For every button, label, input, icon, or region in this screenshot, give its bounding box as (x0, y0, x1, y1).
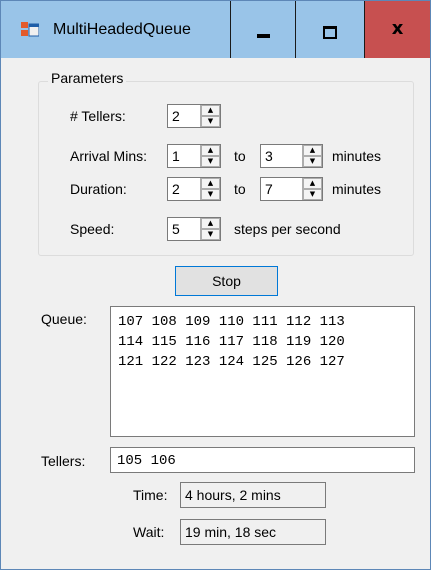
duration-to-label: to (234, 181, 246, 197)
spin-up-icon[interactable]: ▲ (201, 178, 220, 189)
stepper-arrows: ▲ ▼ (200, 105, 220, 127)
stepper-arrows: ▲ ▼ (200, 145, 220, 167)
tellers-count-value: 2 (172, 108, 180, 124)
arrival-to-label: to (234, 148, 246, 164)
app-window: MultiHeadedQueue x Parameters # Tellers:… (0, 0, 431, 570)
wait-label: Wait: (133, 524, 165, 540)
tellers-count-label: # Tellers: (70, 108, 126, 124)
duration-max-value: 7 (265, 181, 273, 197)
close-button[interactable]: x (365, 1, 430, 58)
time-label: Time: (133, 487, 168, 503)
queue-line: 114 115 116 117 118 119 120 (118, 334, 345, 350)
spin-down-icon[interactable]: ▼ (201, 229, 220, 240)
spin-down-icon[interactable]: ▼ (201, 116, 220, 127)
maximize-button[interactable] (296, 1, 364, 58)
time-value: 4 hours, 2 mins (185, 487, 281, 503)
stepper-arrows: ▲ ▼ (200, 178, 220, 200)
spin-down-icon[interactable]: ▼ (303, 189, 322, 200)
maximize-icon (323, 26, 337, 39)
stepper-arrows: ▲ ▼ (302, 178, 322, 200)
parameters-group-title: Parameters (48, 70, 127, 86)
arrival-max-value: 3 (265, 148, 273, 164)
spin-up-icon[interactable]: ▲ (201, 105, 220, 116)
time-readout: 4 hours, 2 mins (180, 482, 326, 508)
spin-down-icon[interactable]: ▼ (201, 156, 220, 167)
close-icon: x (391, 18, 404, 39)
title-bar[interactable]: MultiHeadedQueue x (1, 1, 430, 58)
queue-label: Queue: (41, 311, 87, 327)
speed-value: 5 (172, 221, 180, 237)
queue-line: 107 108 109 110 111 112 113 (118, 314, 345, 330)
tellers-field[interactable]: 105 106 (110, 447, 415, 473)
speed-label: Speed: (70, 221, 115, 237)
duration-units-label: minutes (332, 181, 382, 197)
spin-up-icon[interactable]: ▲ (303, 145, 322, 156)
spin-up-icon[interactable]: ▲ (303, 178, 322, 189)
window-title: MultiHeadedQueue (53, 21, 191, 38)
spin-up-icon[interactable]: ▲ (201, 218, 220, 229)
minimize-icon (257, 34, 270, 38)
spin-down-icon[interactable]: ▼ (201, 189, 220, 200)
speed-units-label: steps per second (234, 221, 341, 237)
arrival-min-value: 1 (172, 148, 180, 164)
tellers-value: 105 106 (117, 453, 176, 469)
queue-line: 121 122 123 124 125 126 127 (118, 354, 345, 370)
arrival-max-stepper[interactable]: 3 ▲ ▼ (260, 144, 323, 168)
minimize-button[interactable] (231, 1, 295, 58)
queue-list[interactable]: 107 108 109 110 111 112 113 114 115 116 … (110, 306, 415, 437)
arrival-mins-label: Arrival Mins: (70, 148, 148, 164)
stop-button[interactable]: Stop (175, 266, 278, 296)
duration-label: Duration: (70, 181, 127, 197)
duration-min-stepper[interactable]: 2 ▲ ▼ (167, 177, 221, 201)
tellers-count-stepper[interactable]: 2 ▲ ▼ (167, 104, 221, 128)
wait-readout: 19 min, 18 sec (180, 519, 326, 545)
spin-down-icon[interactable]: ▼ (303, 156, 322, 167)
duration-min-value: 2 (172, 181, 180, 197)
tellers-label: Tellers: (41, 453, 86, 469)
app-icon[interactable] (21, 22, 40, 38)
wait-value: 19 min, 18 sec (185, 524, 277, 540)
spin-up-icon[interactable]: ▲ (201, 145, 220, 156)
speed-stepper[interactable]: 5 ▲ ▼ (167, 217, 221, 241)
stepper-arrows: ▲ ▼ (302, 145, 322, 167)
arrival-min-stepper[interactable]: 1 ▲ ▼ (167, 144, 221, 168)
duration-max-stepper[interactable]: 7 ▲ ▼ (260, 177, 323, 201)
arrival-units-label: minutes (332, 148, 382, 164)
stepper-arrows: ▲ ▼ (200, 218, 220, 240)
